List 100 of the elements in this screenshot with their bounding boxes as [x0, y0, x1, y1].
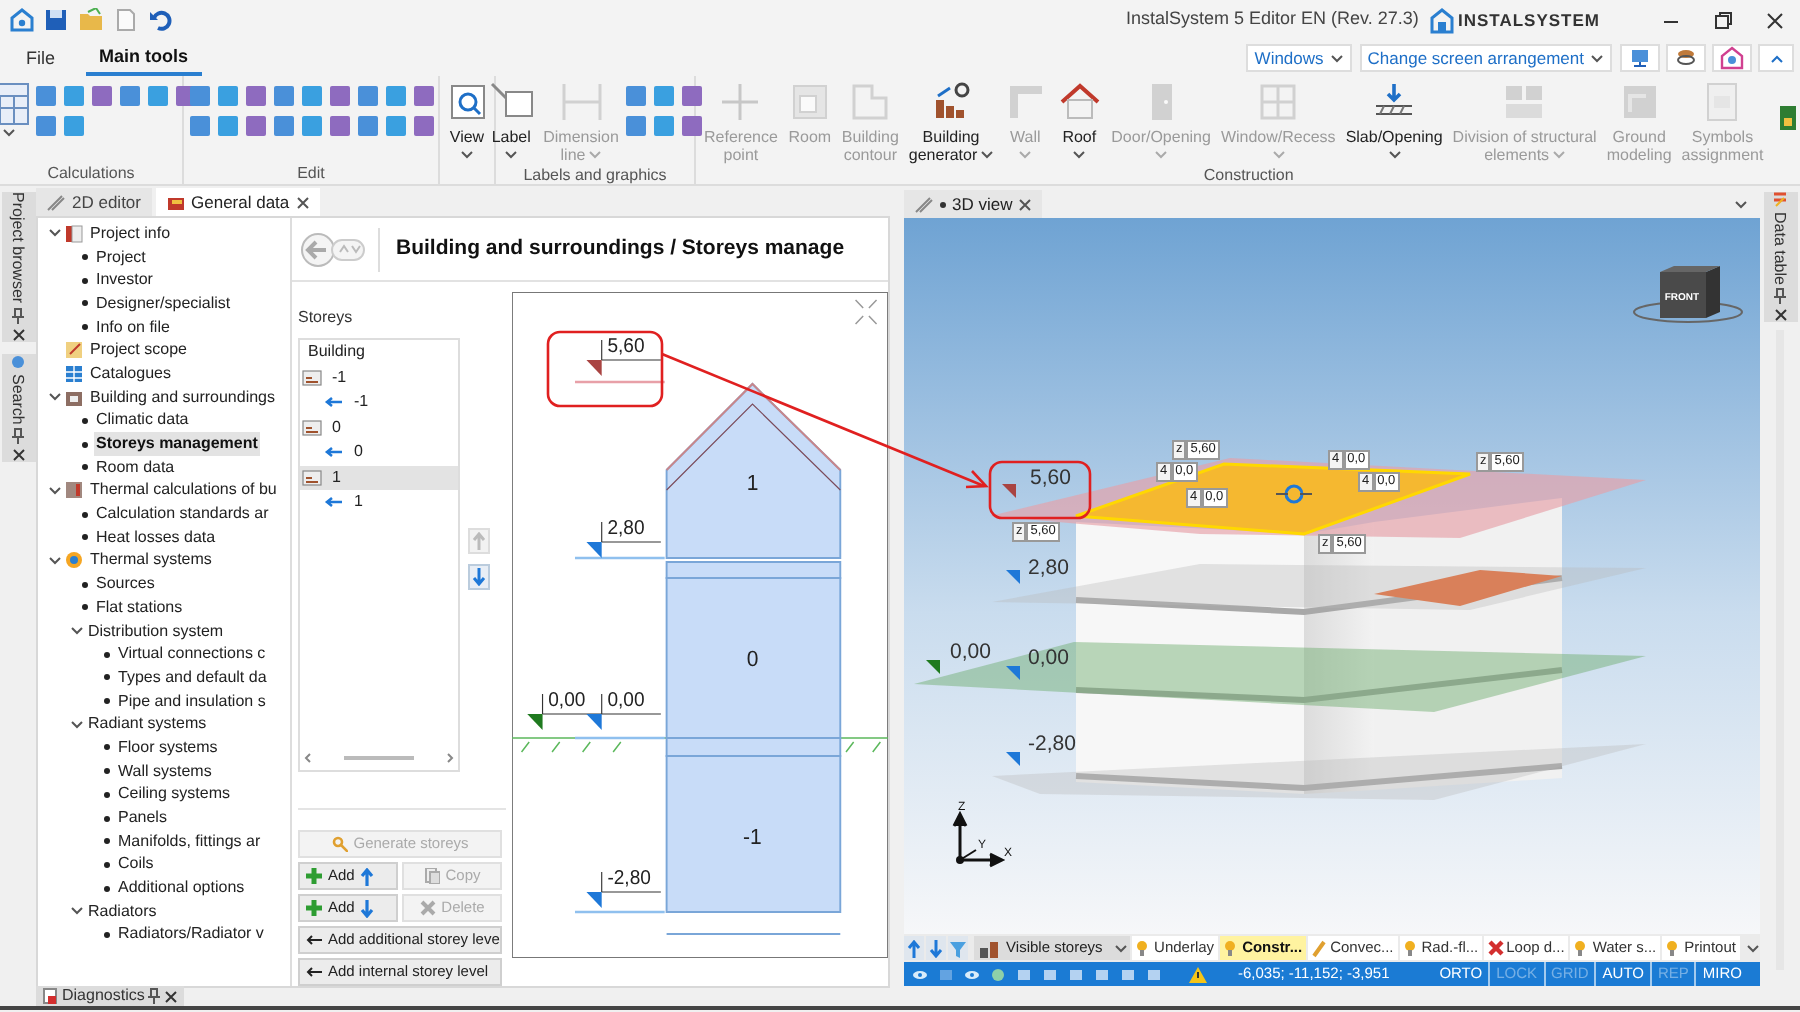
close-icon[interactable]: [11, 447, 25, 462]
tool-icon[interactable]: [146, 84, 170, 108]
tool-icon[interactable]: [243, 114, 267, 138]
tool-icon[interactable]: [327, 114, 351, 138]
tree-item[interactable]: Coils: [116, 852, 156, 877]
bottom-panel-tab[interactable]: Diagnostics: [36, 986, 185, 1006]
tool-icon[interactable]: [680, 114, 705, 138]
list-row[interactable]: Building: [300, 340, 458, 365]
tool-icon[interactable]: [680, 84, 705, 108]
tree-item[interactable]: Info on file: [94, 315, 172, 340]
search-icon[interactable]: [10, 353, 26, 370]
zoom-controls-icon[interactable]: [854, 299, 878, 325]
chevron-down-icon[interactable]: [47, 390, 61, 405]
tool-icon[interactable]: [355, 84, 379, 108]
tree-item[interactable]: Project info: [88, 221, 173, 246]
tree-item[interactable]: Floor systems: [116, 735, 220, 760]
home-icon[interactable]: [10, 8, 34, 32]
caret-icon[interactable]: [1, 128, 15, 138]
tool-icon[interactable]: [187, 84, 211, 108]
dropdown[interactable]: Windows: [1246, 44, 1352, 72]
tool-icon[interactable]: [187, 114, 211, 138]
tree-item[interactable]: Designer/specialist: [94, 291, 233, 316]
ribbon-tool[interactable]: Building generator: [904, 76, 998, 164]
caret-icon[interactable]: [1072, 150, 1087, 160]
caret-icon[interactable]: [1387, 150, 1402, 160]
tree-item[interactable]: Storeys management: [94, 432, 260, 457]
scroll-left-icon[interactable]: [304, 752, 312, 764]
list-row[interactable]: 0: [300, 440, 458, 465]
scroll-right-icon[interactable]: [446, 752, 454, 764]
tool-icon[interactable]: [327, 84, 351, 108]
tool-icon[interactable]: [271, 114, 295, 138]
close-icon[interactable]: [164, 989, 179, 1003]
chevron-down-icon[interactable]: [69, 904, 83, 919]
list-row[interactable]: 1: [300, 465, 458, 490]
tree-item[interactable]: Manifolds, fittings ar: [116, 829, 263, 854]
tool-icon[interactable]: [355, 114, 379, 138]
collapse-icon[interactable]: [1769, 53, 1783, 63]
close-icon[interactable]: [1018, 197, 1033, 211]
warning-icon[interactable]: [1188, 965, 1208, 983]
tree-item[interactable]: Room data: [94, 455, 177, 480]
tree-item[interactable]: Heat losses data: [94, 525, 218, 550]
tree-item[interactable]: Flat stations: [94, 595, 185, 620]
tool-icon[interactable]: [62, 84, 86, 108]
tree-item[interactable]: Project scope: [88, 338, 189, 363]
monitor-icon[interactable]: [1628, 46, 1652, 70]
save-icon[interactable]: [44, 8, 68, 32]
ribbon-tool[interactable]: Roof: [1053, 76, 1106, 160]
view-cube[interactable]: [1633, 266, 1743, 323]
list-row[interactable]: 1: [300, 490, 458, 515]
tool-icon[interactable]: [34, 84, 58, 108]
close-icon[interactable]: [295, 195, 310, 209]
tree-item[interactable]: Calculation standards ar: [94, 502, 271, 527]
tool-icon[interactable]: [90, 84, 114, 108]
tool-icon[interactable]: [652, 84, 677, 108]
caret-icon[interactable]: [979, 150, 994, 160]
pin-icon[interactable]: [148, 988, 161, 1004]
close-icon[interactable]: [11, 327, 25, 342]
caret-icon[interactable]: [1114, 943, 1129, 953]
caret-icon[interactable]: [460, 150, 474, 160]
chevron-down-icon[interactable]: [69, 624, 83, 639]
caret-icon[interactable]: [1590, 53, 1604, 63]
chevron-down-icon[interactable]: [69, 717, 83, 732]
table-icon[interactable]: [1772, 192, 1788, 208]
tree-item[interactable]: Types and default da: [116, 665, 269, 690]
tool-icon[interactable]: [383, 114, 407, 138]
close-icon[interactable]: [1765, 11, 1783, 29]
tree-item[interactable]: Investor: [94, 268, 155, 293]
tool-icon[interactable]: [411, 114, 435, 138]
restore-icon[interactable]: [1713, 11, 1731, 29]
pin-icon[interactable]: [12, 427, 24, 444]
tool-icon[interactable]: [383, 84, 407, 108]
tree-item[interactable]: Climatic data: [94, 408, 191, 433]
tool-icon[interactable]: [299, 114, 323, 138]
editor-tab[interactable]: General data: [155, 188, 320, 216]
move-down-button[interactable]: [468, 564, 490, 590]
tree-item[interactable]: Panels: [116, 806, 169, 831]
close-icon[interactable]: [1773, 308, 1787, 323]
tool-icon[interactable]: [215, 114, 239, 138]
pin-icon[interactable]: [12, 307, 24, 324]
list-row[interactable]: -1: [300, 365, 458, 390]
tree-item[interactable]: Ceiling systems: [116, 782, 233, 807]
tree-item[interactable]: Distribution system: [86, 619, 226, 644]
ribbon-tool[interactable]: Slab/Opening: [1341, 76, 1447, 160]
more-icon[interactable]: [1745, 943, 1760, 953]
tree-item[interactable]: Radiators/Radiator v: [116, 922, 266, 947]
tree-item[interactable]: Thermal calculations of bu: [88, 478, 279, 503]
tree-item[interactable]: Wall systems: [116, 759, 214, 784]
navigation-icon[interactable]: [300, 231, 368, 267]
gizmo-icon[interactable]: [1275, 484, 1313, 504]
side-panel-tab[interactable]: Data table: [1763, 192, 1797, 323]
scrollbar-thumb[interactable]: [344, 756, 414, 760]
list-row[interactable]: 0: [300, 415, 458, 440]
tree-item[interactable]: Sources: [94, 572, 157, 597]
caret-icon[interactable]: [504, 150, 519, 160]
tree-item[interactable]: Radiant systems: [86, 712, 209, 737]
tool-icon[interactable]: [62, 114, 86, 138]
chevron-down-icon[interactable]: [47, 553, 61, 568]
tab-list-icon[interactable]: [1734, 200, 1748, 210]
tool-icon[interactable]: [652, 114, 677, 138]
list-row[interactable]: -1: [300, 390, 458, 415]
